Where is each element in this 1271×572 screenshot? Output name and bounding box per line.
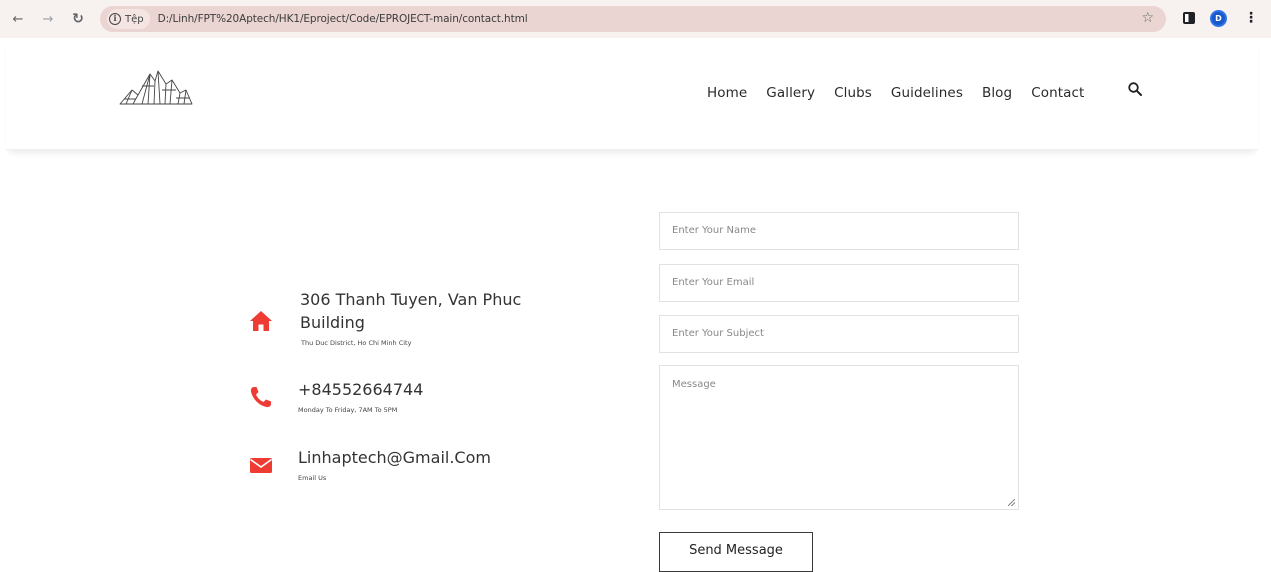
mountain-logo-icon[interactable] bbox=[118, 68, 194, 108]
send-message-button[interactable]: Send Message bbox=[659, 532, 813, 572]
browser-toolbar: ← → ↻ i Tệp D:/Linh/FPT%20Aptech/HK1/Epr… bbox=[0, 0, 1271, 38]
nav-gallery[interactable]: Gallery bbox=[766, 85, 815, 101]
envelope-icon bbox=[250, 458, 272, 473]
nav-contact[interactable]: Contact bbox=[1031, 85, 1084, 101]
site-info-label: Tệp bbox=[125, 13, 144, 25]
main-nav: Home Gallery Clubs Guidelines Blog Conta… bbox=[707, 85, 1103, 101]
back-arrow-icon[interactable]: ← bbox=[7, 8, 29, 30]
nav-clubs[interactable]: Clubs bbox=[834, 85, 872, 101]
search-icon[interactable] bbox=[1127, 81, 1143, 97]
nav-guidelines[interactable]: Guidelines bbox=[891, 85, 963, 101]
site-header: Home Gallery Clubs Guidelines Blog Conta… bbox=[6, 38, 1258, 150]
site-info-button[interactable]: i Tệp bbox=[107, 9, 150, 29]
phone-hours: Monday To Friday, 7AM To 5PM bbox=[298, 406, 398, 414]
email-caption: Email Us bbox=[298, 474, 327, 482]
message-textarea[interactable]: Message bbox=[659, 365, 1019, 510]
profile-avatar[interactable]: D bbox=[1210, 10, 1227, 27]
more-menu-icon[interactable]: ⋮ bbox=[1244, 10, 1258, 26]
subject-field[interactable]: Enter Your Subject bbox=[659, 315, 1019, 353]
resize-handle-icon[interactable] bbox=[1008, 499, 1015, 506]
reload-icon[interactable]: ↻ bbox=[67, 8, 89, 30]
side-panel-icon[interactable] bbox=[1183, 12, 1195, 24]
email-address: Linhaptech@Gmail.Com bbox=[298, 448, 491, 467]
phone-icon bbox=[250, 387, 271, 408]
message-placeholder: Message bbox=[672, 379, 716, 390]
name-field[interactable]: Enter Your Name bbox=[659, 212, 1019, 250]
home-icon bbox=[250, 311, 272, 331]
phone-number: +84552664744 bbox=[298, 380, 424, 399]
address-sub: Thu Duc District, Ho Chi Minh City bbox=[301, 339, 412, 347]
info-icon: i bbox=[109, 13, 121, 25]
address-line1: 306 Thanh Tuyen, Van Phuc bbox=[300, 290, 522, 309]
address-line2: Building bbox=[300, 313, 365, 332]
bookmark-star-icon[interactable]: ☆ bbox=[1141, 10, 1154, 26]
nav-home[interactable]: Home bbox=[707, 85, 747, 101]
forward-arrow-icon[interactable]: → bbox=[37, 8, 59, 30]
address-bar[interactable]: i Tệp D:/Linh/FPT%20Aptech/HK1/Eproject/… bbox=[100, 6, 1166, 32]
url-text[interactable]: D:/Linh/FPT%20Aptech/HK1/Eproject/Code/E… bbox=[158, 13, 528, 25]
email-field[interactable]: Enter Your Email bbox=[659, 264, 1019, 302]
nav-blog[interactable]: Blog bbox=[982, 85, 1012, 101]
